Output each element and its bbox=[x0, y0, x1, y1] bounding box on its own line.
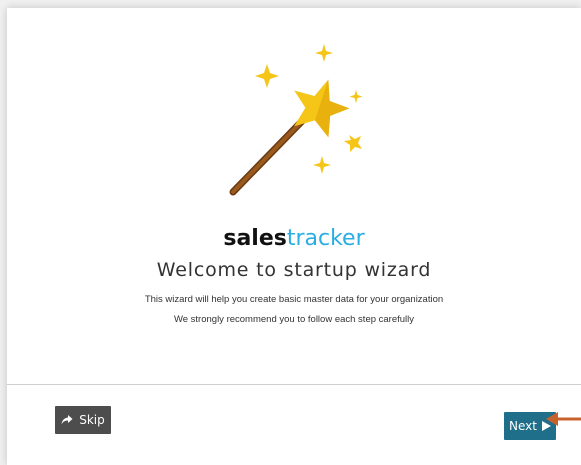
share-arrow-icon bbox=[61, 415, 73, 425]
left-arrow-icon bbox=[546, 412, 581, 426]
wizard-title: Welcome to startup wizard bbox=[156, 259, 432, 281]
wizard-panel: salestracker Welcome to startup wizard T… bbox=[7, 8, 581, 465]
next-button-label: Next bbox=[509, 419, 537, 433]
skip-button-label: Skip bbox=[79, 413, 105, 427]
wizard-description-line-1: This wizard will help you create basic m… bbox=[144, 294, 444, 305]
wizard-hero: salestracker Welcome to startup wizard T… bbox=[7, 8, 581, 384]
brand-logo-part-2: tracker bbox=[286, 226, 365, 251]
footer-divider bbox=[7, 384, 581, 385]
brand-logo-part-1: sales bbox=[223, 226, 287, 251]
wizard-description-line-2: We strongly recommend you to follow each… bbox=[173, 314, 415, 325]
brand-logo: salestracker bbox=[7, 226, 581, 252]
magic-wand-icon bbox=[229, 44, 363, 196]
skip-button[interactable]: Skip bbox=[55, 406, 111, 434]
